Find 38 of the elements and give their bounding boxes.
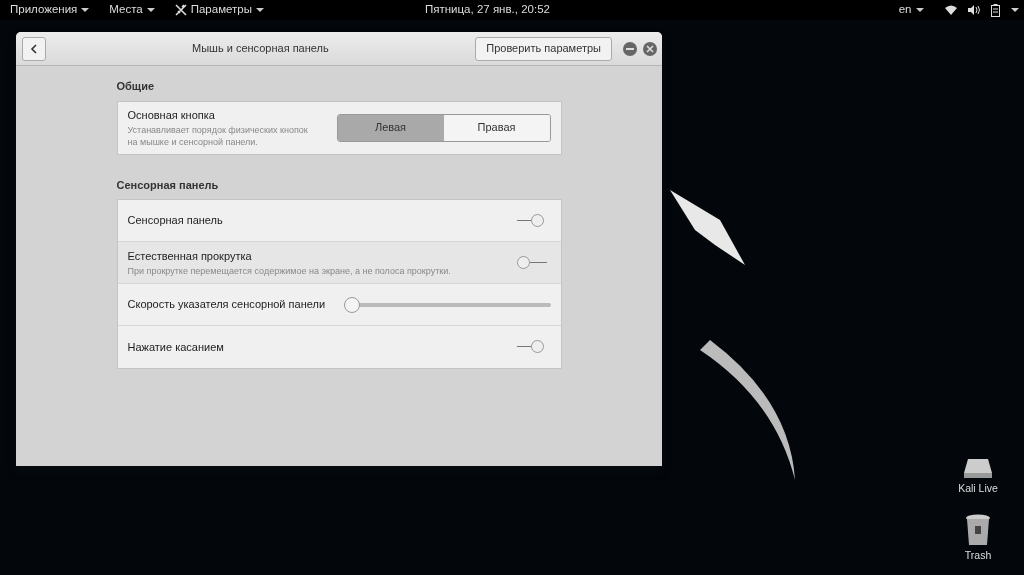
setting-description: Устанавливает порядок физических кнопок на мышке и сенсорной панели.: [127, 123, 308, 148]
window-title: Мышь и сенсорная панель: [191, 41, 330, 57]
wifi-icon[interactable]: [944, 4, 957, 16]
setting-label: Сенсорная панель: [127, 213, 223, 229]
setting-label: Скорость указателя сенсорной панели: [127, 297, 326, 313]
test-settings-button[interactable]: Проверить параметры: [475, 36, 612, 61]
minimize-icon: [626, 47, 634, 50]
desktop-icon-label: Trash: [964, 548, 992, 564]
menu-button[interactable]: Приложения: [0, 1, 100, 19]
clock[interactable]: Пятница, 27 янв., 20:52: [425, 1, 550, 19]
back-button[interactable]: [21, 36, 46, 61]
caret-icon: [146, 8, 155, 12]
setting-label: Основная кнопка: [127, 108, 216, 124]
language-button[interactable]: en: [888, 1, 934, 19]
section-heading: Сенсорная панель: [116, 177, 220, 193]
back-icon: [29, 44, 38, 55]
section-heading: Общие: [116, 79, 155, 94]
segment-button[interactable]: Правая: [443, 114, 550, 141]
setting-label: Естественная прокрутка: [127, 249, 253, 265]
caret-icon: [1010, 8, 1019, 12]
close-icon: [645, 44, 654, 53]
trash-icon[interactable]: [965, 513, 991, 546]
battery-icon[interactable]: [990, 3, 1000, 17]
slider-thumb[interactable]: [343, 296, 360, 313]
caret-icon: [256, 8, 264, 12]
drive-icon[interactable]: [962, 456, 994, 479]
desktop-icon-label: Kali Live: [958, 481, 998, 497]
menu-button[interactable]: Места: [99, 1, 165, 19]
setting-description: При прокрутке перемещается содержимое на экране, а не полоса прокрутки.: [127, 264, 451, 277]
caret-icon: [81, 8, 90, 12]
toggle-switch[interactable]: [516, 255, 547, 270]
setting-label: Нажатие касанием: [127, 339, 224, 355]
speaker-icon[interactable]: [967, 5, 980, 15]
close-button[interactable]: [642, 41, 657, 56]
menu-button[interactable]: Параметры: [164, 1, 274, 19]
segment-button[interactable]: Левая: [337, 114, 444, 141]
caret-icon: [915, 8, 924, 12]
minimize-button[interactable]: [623, 41, 637, 56]
